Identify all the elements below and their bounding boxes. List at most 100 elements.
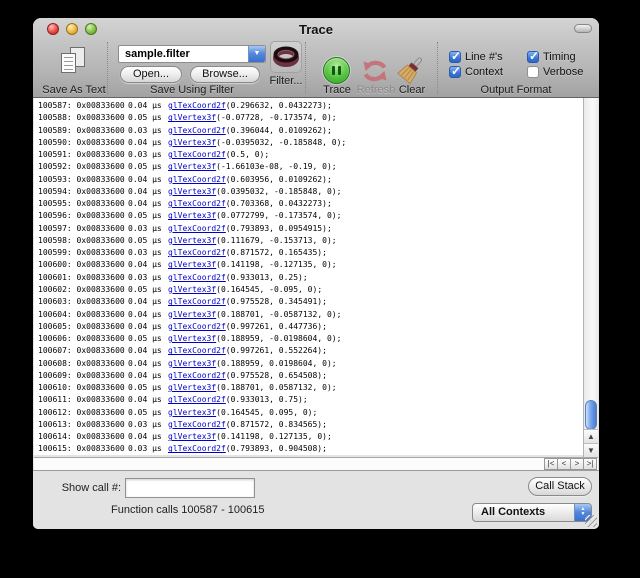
trace-pause-icon[interactable]	[323, 57, 350, 84]
output-format-group-label: Output Format	[437, 84, 595, 97]
browse-button[interactable]: Browse...	[190, 66, 260, 83]
call-number-address: 100594: 0x00833600	[38, 186, 128, 198]
function-link[interactable]: glTexCoord2f	[168, 346, 226, 355]
call-duration: 0.05 µs	[128, 112, 162, 124]
call-number-address: 100603: 0x00833600	[38, 296, 128, 308]
function-link[interactable]: glTexCoord2f	[168, 273, 226, 282]
function-args: (0.603956, 0.0109262);	[226, 175, 332, 184]
checkbox-icon[interactable]	[527, 66, 539, 78]
function-link[interactable]: glVertex3f	[168, 113, 216, 122]
trace-call-row: 100602: 0x008336000.05 µsglVertex3f(0.16…	[38, 284, 583, 296]
resize-grip[interactable]	[585, 515, 597, 527]
call-number-address: 100591: 0x00833600	[38, 149, 128, 161]
function-link[interactable]: glVertex3f	[168, 285, 216, 294]
trace-call-list[interactable]: 100587: 0x008336000.04 µsglTexCoord2f(0.…	[34, 98, 583, 455]
function-link[interactable]: glVertex3f	[168, 310, 216, 319]
filter-label[interactable]: Filter...	[261, 75, 311, 88]
first-page-button[interactable]: |<	[544, 458, 558, 470]
function-link[interactable]: glVertex3f	[168, 408, 216, 417]
clear-button-label[interactable]: Clear	[384, 84, 440, 97]
call-stack-button[interactable]: Call Stack	[528, 477, 592, 496]
function-link[interactable]: glTexCoord2f	[168, 150, 226, 159]
function-link[interactable]: glVertex3f	[168, 359, 216, 368]
function-link[interactable]: glVertex3f	[168, 138, 216, 147]
call-number-address: 100613: 0x00833600	[38, 419, 128, 431]
call-number-address: 100592: 0x00833600	[38, 161, 128, 173]
call-number-address: 100593: 0x00833600	[38, 174, 128, 186]
trace-call-row: 100611: 0x008336000.04 µsglTexCoord2f(0.…	[38, 394, 583, 406]
function-link[interactable]: glVertex3f	[168, 211, 216, 220]
function-link[interactable]: glTexCoord2f	[168, 420, 226, 429]
call-number-address: 100596: 0x00833600	[38, 210, 128, 222]
function-args: (0.188959, -0.0198604, 0);	[216, 334, 341, 343]
function-args: (-0.0395032, -0.185848, 0);	[216, 138, 346, 147]
call-number-address: 100588: 0x00833600	[38, 112, 128, 124]
checkbox-label: Verbose	[543, 66, 583, 78]
trace-call-row: 100608: 0x008336000.04 µsglVertex3f(0.18…	[38, 358, 583, 370]
call-number-address: 100601: 0x00833600	[38, 272, 128, 284]
function-link[interactable]: glVertex3f	[168, 260, 216, 269]
checkbox-icon[interactable]	[449, 51, 461, 63]
call-number-address: 100611: 0x00833600	[38, 394, 128, 406]
contexts-popup[interactable]: All Contexts ▲▼	[472, 503, 592, 522]
trace-call-row: 100614: 0x008336000.04 µsglVertex3f(0.14…	[38, 431, 583, 443]
function-link[interactable]: glVertex3f	[168, 383, 216, 392]
function-args: (-1.66103e-08, -0.19, 0);	[216, 162, 336, 171]
function-args: (-0.07728, -0.173574, 0);	[216, 113, 336, 122]
function-link[interactable]: glVertex3f	[168, 162, 216, 171]
save-as-text-icon[interactable]	[60, 47, 86, 75]
scrollbar-thumb[interactable]	[585, 400, 597, 430]
function-link[interactable]: glTexCoord2f	[168, 395, 226, 404]
function-link[interactable]: glTexCoord2f	[168, 444, 226, 453]
function-link[interactable]: glTexCoord2f	[168, 199, 226, 208]
function-link[interactable]: glVertex3f	[168, 187, 216, 196]
function-args: (0.997261, 0.552264);	[226, 346, 327, 355]
show-call-input[interactable]	[125, 478, 255, 498]
checkbox-line-numbers[interactable]: Line #'s	[449, 51, 503, 63]
filter-file-combobox[interactable]: sample.filter ▼	[118, 45, 266, 63]
checkbox-timing[interactable]: Timing	[527, 51, 576, 63]
function-link[interactable]: glVertex3f	[168, 334, 216, 343]
call-duration: 0.04 µs	[128, 394, 162, 406]
function-link[interactable]: glTexCoord2f	[168, 322, 226, 331]
next-page-button[interactable]: >	[570, 458, 584, 470]
call-duration: 0.04 µs	[128, 431, 162, 443]
scroll-down-icon[interactable]: ▼	[584, 443, 598, 457]
function-link[interactable]: glTexCoord2f	[168, 297, 226, 306]
call-duration: 0.05 µs	[128, 210, 162, 222]
checkbox-verbose[interactable]: Verbose	[527, 66, 583, 78]
checkbox-context[interactable]: Context	[449, 66, 503, 78]
last-page-button[interactable]: >|	[583, 458, 597, 470]
toolbar-toggle-pill[interactable]	[574, 24, 592, 33]
function-args: (0.164545, -0.095, 0);	[216, 285, 322, 294]
chevron-down-icon[interactable]: ▼	[248, 46, 265, 62]
checkbox-icon[interactable]	[449, 66, 461, 78]
function-link[interactable]: glVertex3f	[168, 432, 216, 441]
trace-call-row: 100615: 0x008336000.03 µsglTexCoord2f(0.…	[38, 443, 583, 455]
filter-ring-icon[interactable]	[270, 41, 302, 73]
call-number-address: 100587: 0x00833600	[38, 100, 128, 112]
function-link[interactable]: glTexCoord2f	[168, 175, 226, 184]
open-button[interactable]: Open...	[120, 66, 182, 83]
prev-page-button[interactable]: <	[557, 458, 571, 470]
vertical-scrollbar[interactable]: ▲ ▼	[583, 98, 598, 457]
function-link[interactable]: glTexCoord2f	[168, 126, 226, 135]
call-number-address: 100610: 0x00833600	[38, 382, 128, 394]
trace-call-row: 100592: 0x008336000.05 µsglVertex3f(-1.6…	[38, 161, 583, 173]
function-link[interactable]: glTexCoord2f	[168, 371, 226, 380]
function-link[interactable]: glTexCoord2f	[168, 101, 226, 110]
contexts-popup-value: All Contexts	[481, 506, 545, 518]
trace-call-row: 100594: 0x008336000.04 µsglVertex3f(0.03…	[38, 186, 583, 198]
save-as-text-label[interactable]: Save As Text	[35, 84, 113, 97]
call-number-address: 100614: 0x00833600	[38, 431, 128, 443]
function-link[interactable]: glTexCoord2f	[168, 248, 226, 257]
function-link[interactable]: glVertex3f	[168, 236, 216, 245]
function-args: (0.975528, 0.345491);	[226, 297, 327, 306]
scroll-up-icon[interactable]: ▲	[584, 429, 598, 443]
window-title: Trace	[33, 22, 599, 37]
call-duration: 0.04 µs	[128, 309, 162, 321]
function-link[interactable]: glTexCoord2f	[168, 224, 226, 233]
trace-call-row: 100597: 0x008336000.03 µsglTexCoord2f(0.…	[38, 223, 583, 235]
function-args: (0.188701, -0.0587132, 0);	[216, 310, 341, 319]
checkbox-icon[interactable]	[527, 51, 539, 63]
